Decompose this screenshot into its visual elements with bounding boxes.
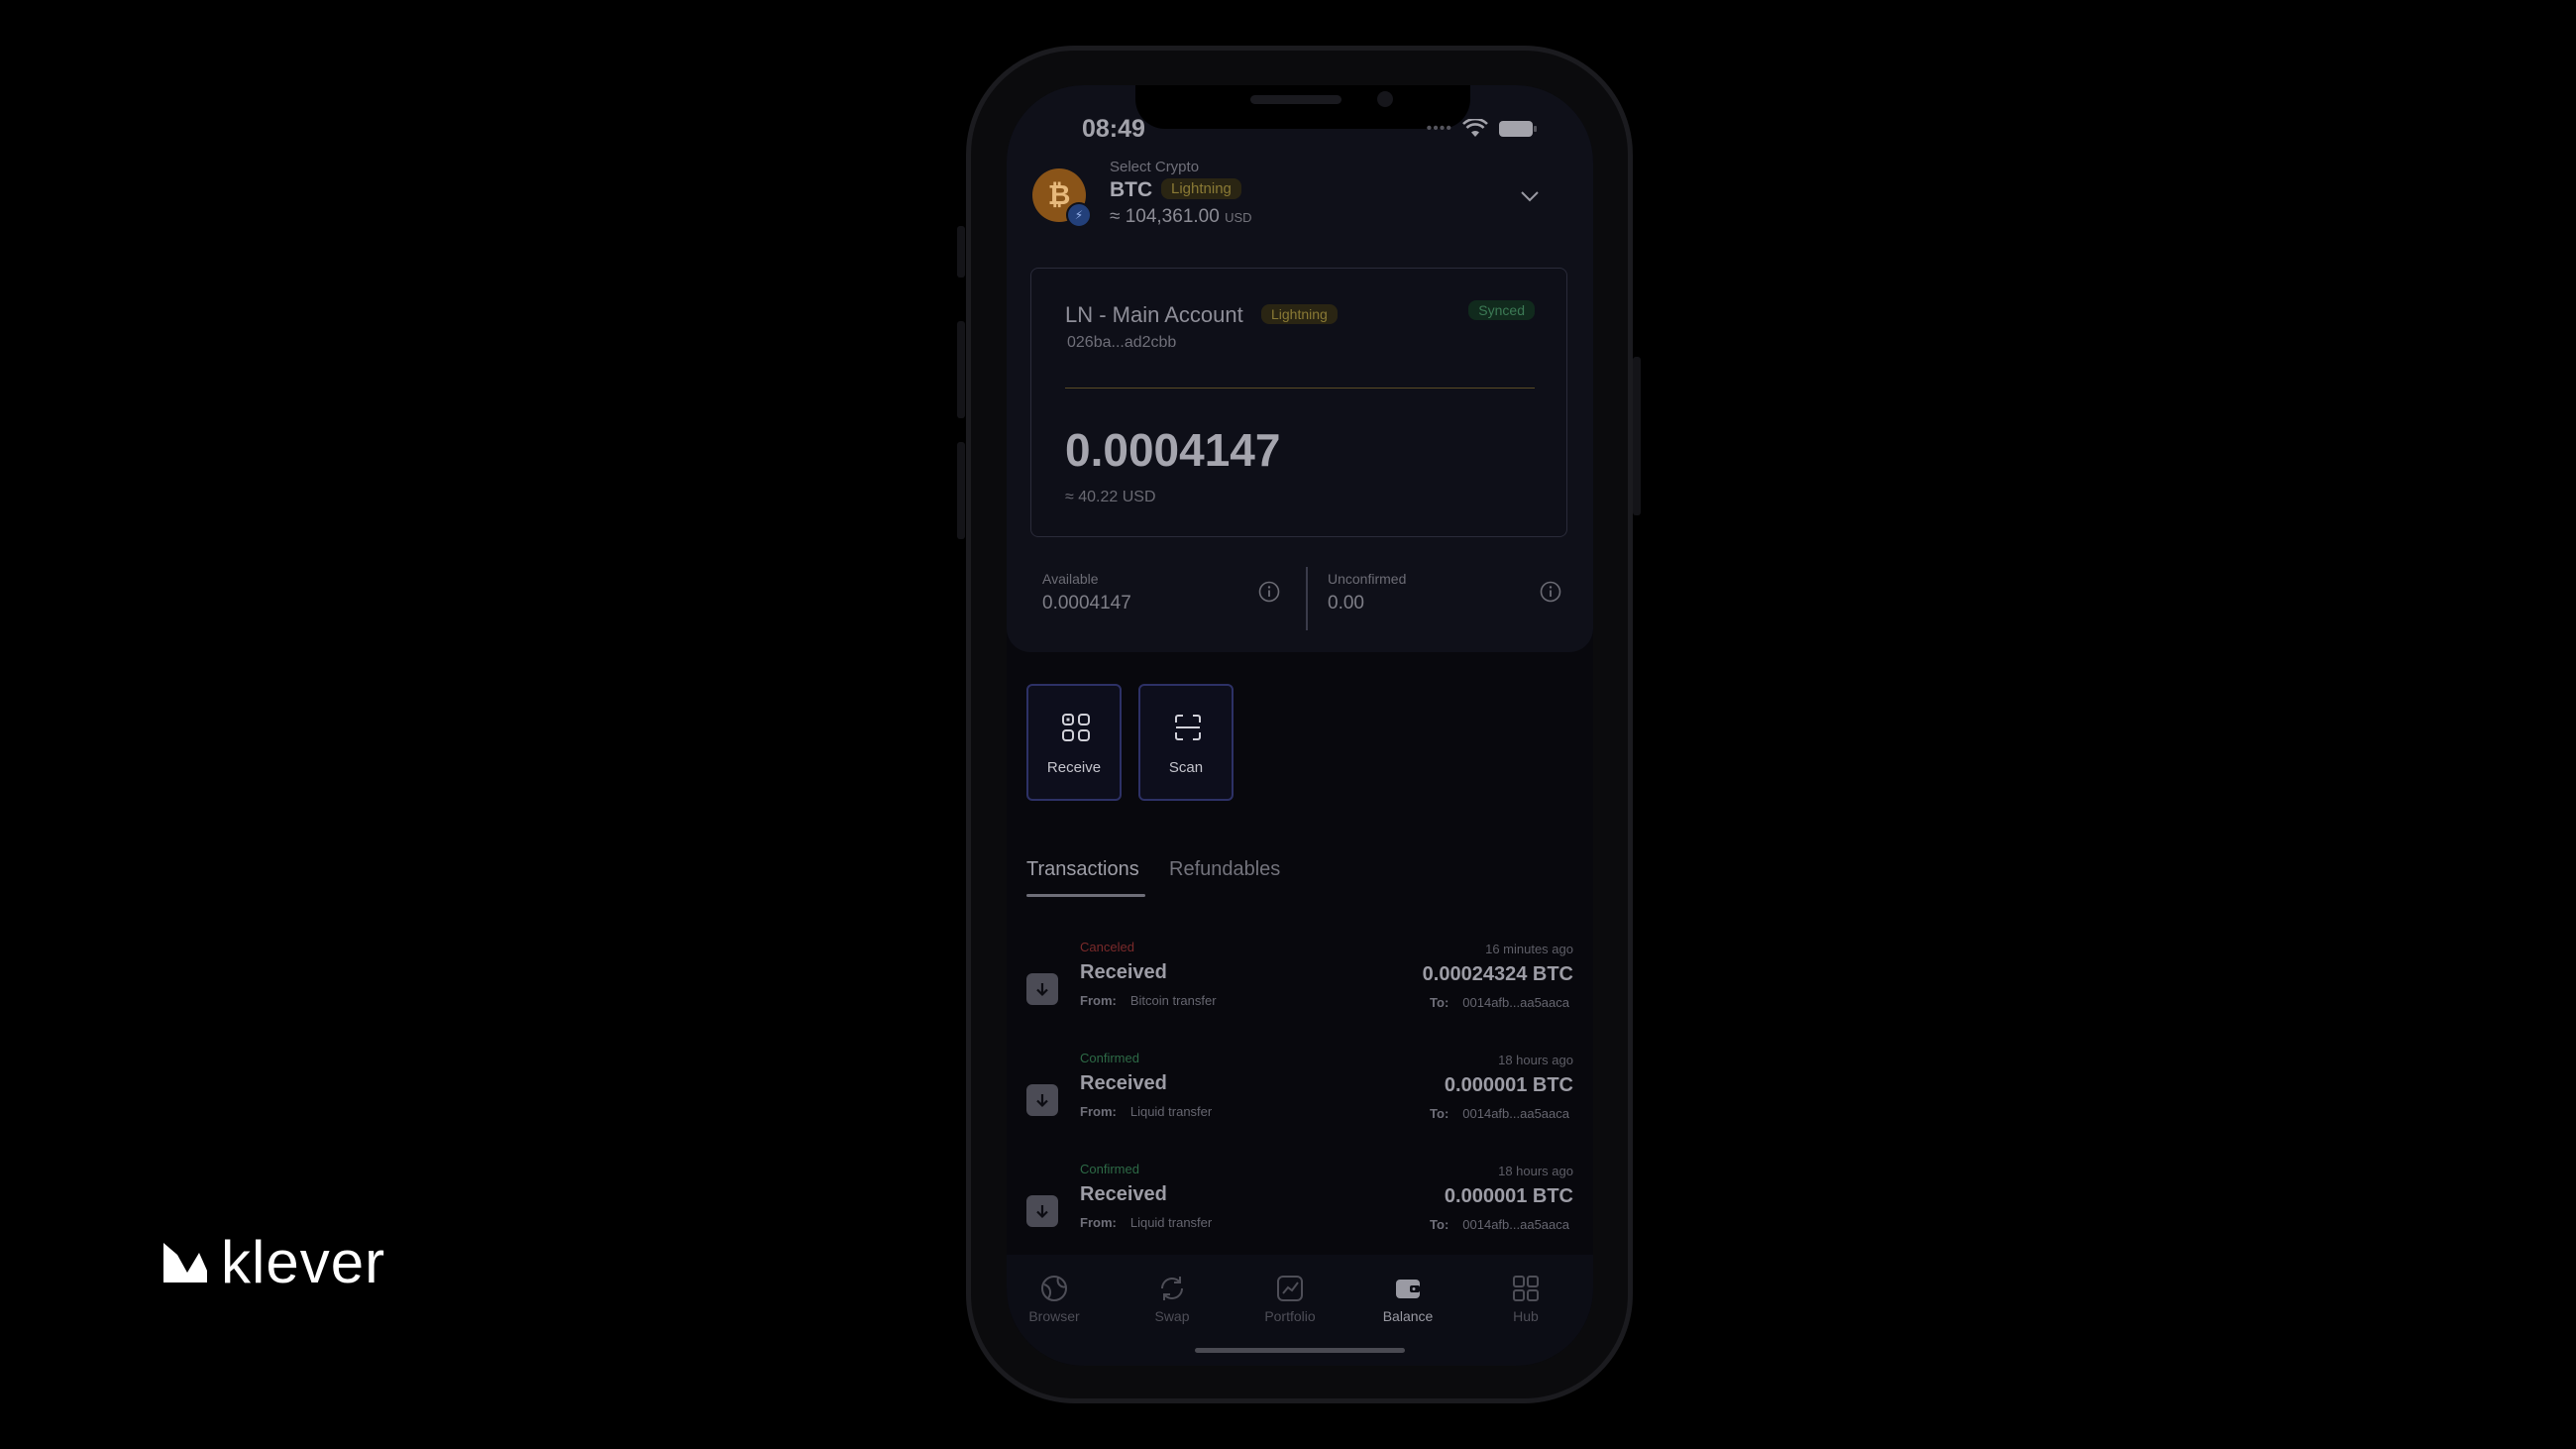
- chevron-down-icon[interactable]: [1518, 184, 1542, 208]
- transaction-title: Received: [1080, 1183, 1167, 1205]
- speaker: [1250, 95, 1342, 104]
- info-icon[interactable]: [1540, 581, 1561, 603]
- transaction-time: 18 hours ago: [1498, 1053, 1573, 1067]
- account-network-chip: Lightning: [1261, 304, 1338, 324]
- transaction-status: Canceled: [1080, 940, 1134, 954]
- network-chip: Lightning: [1161, 178, 1241, 199]
- account-name: LN - Main Account: [1065, 302, 1243, 327]
- unconfirmed-label: Unconfirmed: [1328, 571, 1407, 587]
- nav-hub[interactable]: Hub: [1476, 1273, 1575, 1324]
- battery-icon: [1499, 121, 1537, 137]
- unconfirmed-value: 0.00: [1328, 593, 1364, 613]
- stats-divider: [1306, 567, 1308, 630]
- transaction-time: 16 minutes ago: [1485, 942, 1573, 956]
- transaction-title: Received: [1080, 1072, 1167, 1094]
- transaction-to: To: 0014afb...aa5aaca: [1430, 1217, 1569, 1232]
- select-crypto-label: Select Crypto: [1110, 159, 1200, 175]
- side-button: [957, 442, 965, 539]
- divider: [1065, 388, 1535, 389]
- transaction-amount: 0.000001 BTC: [1444, 1074, 1573, 1096]
- nav-browser-label: Browser: [1028, 1308, 1080, 1324]
- transaction-row[interactable]: Confirmed Received From: Liquid transfer …: [1026, 1162, 1575, 1261]
- side-button: [957, 321, 965, 418]
- wallet-icon: [1396, 1280, 1420, 1298]
- brand-wordmark: klever: [221, 1229, 386, 1295]
- arrow-down-icon: [1026, 973, 1058, 1005]
- account-balance: 0.0004147: [1065, 424, 1281, 476]
- status-icons: ••••: [1427, 119, 1538, 139]
- info-icon[interactable]: [1258, 581, 1280, 603]
- transaction-status: Confirmed: [1080, 1162, 1139, 1176]
- nav-balance-label: Balance: [1382, 1308, 1434, 1324]
- globe-icon: [1041, 1276, 1067, 1301]
- nav-browser[interactable]: Browser: [1007, 1273, 1104, 1324]
- nav-portfolio-label: Portfolio: [1264, 1308, 1316, 1324]
- tab-active-indicator: [1026, 894, 1145, 897]
- klever-logo-icon: [163, 1243, 207, 1282]
- transaction-amount: 0.000001 BTC: [1444, 1185, 1573, 1207]
- scan-button[interactable]: Scan: [1138, 684, 1234, 801]
- home-indicator[interactable]: [1195, 1348, 1405, 1353]
- unconfirmed-stat: Unconfirmed 0.00: [1328, 571, 1575, 640]
- transaction-from: From: Liquid transfer: [1080, 1215, 1213, 1230]
- crypto-selector[interactable]: ₿ ⚡ Select Crypto BTC Lightning ≈ 104,36…: [1032, 159, 1567, 238]
- grid-icon: [1513, 1276, 1539, 1301]
- brand-logo: klever: [163, 1233, 385, 1292]
- lightning-badge-icon: ⚡: [1066, 202, 1092, 228]
- transaction-amount: 0.00024324 BTC: [1422, 963, 1573, 985]
- transaction-row[interactable]: Canceled Received From: Bitcoin transfer …: [1026, 940, 1575, 1039]
- transaction-to: To: 0014afb...aa5aaca: [1430, 1106, 1569, 1121]
- account-address: 026ba...ad2cbb: [1067, 334, 1177, 351]
- tab-refundables[interactable]: Refundables: [1169, 858, 1280, 881]
- receive-button[interactable]: Receive: [1026, 684, 1122, 801]
- nav-hub-label: Hub: [1513, 1308, 1539, 1324]
- transaction-from: From: Bitcoin transfer: [1080, 993, 1217, 1008]
- coin-ticker: BTC: [1110, 178, 1153, 201]
- nav-balance[interactable]: Balance: [1358, 1273, 1457, 1324]
- scan-icon: [1175, 715, 1201, 740]
- account-balance-usd: ≈ 40.22 USD: [1065, 489, 1156, 505]
- arrow-down-icon: [1026, 1195, 1058, 1227]
- tab-transactions[interactable]: Transactions: [1026, 858, 1139, 881]
- qr-code-icon: [1062, 714, 1090, 741]
- status-time: 08:49: [1082, 115, 1145, 143]
- transaction-from: From: Liquid transfer: [1080, 1104, 1213, 1119]
- nav-swap[interactable]: Swap: [1123, 1273, 1222, 1324]
- notch: [1135, 85, 1470, 129]
- swap-icon: [1161, 1277, 1183, 1300]
- receive-label: Receive: [1046, 759, 1102, 776]
- transaction-row[interactable]: Confirmed Received From: Liquid transfer …: [1026, 1051, 1575, 1150]
- transaction-to: To: 0014afb...aa5aaca: [1430, 995, 1569, 1010]
- available-stat: Available 0.0004147: [1042, 571, 1290, 640]
- transaction-time: 18 hours ago: [1498, 1164, 1573, 1178]
- transaction-status: Confirmed: [1080, 1051, 1139, 1065]
- available-value: 0.0004147: [1042, 593, 1131, 613]
- sync-status-badge: Synced: [1468, 300, 1535, 320]
- wifi-icon: [1462, 119, 1488, 137]
- transaction-title: Received: [1080, 961, 1167, 983]
- coin-price: ≈ 104,361.00 USD: [1110, 206, 1252, 227]
- scan-label: Scan: [1168, 759, 1204, 776]
- chart-icon: [1277, 1276, 1303, 1301]
- nav-portfolio[interactable]: Portfolio: [1240, 1273, 1340, 1324]
- arrow-down-icon: [1026, 1084, 1058, 1116]
- front-camera: [1377, 91, 1393, 107]
- account-card[interactable]: LN - Main Account Lightning Synced 026ba…: [1030, 268, 1567, 537]
- side-button: [957, 226, 965, 278]
- nav-swap-label: Swap: [1154, 1308, 1190, 1324]
- signal-icon: ••••: [1426, 120, 1452, 137]
- available-label: Available: [1042, 571, 1099, 587]
- phone-screen: 08:49 •••• ₿ ⚡ Select Crypto BTC Lightni…: [1007, 85, 1593, 1366]
- side-button: [1633, 357, 1641, 515]
